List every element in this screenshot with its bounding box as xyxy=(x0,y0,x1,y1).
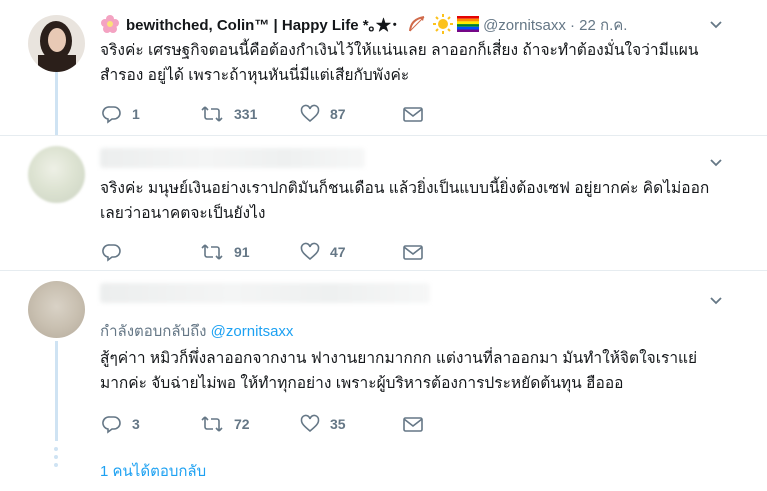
replying-to-label: กำลังตอบกลับถึง xyxy=(100,323,211,340)
tweet-text: สู้ๆค่าา หมิวก็พึ่งลาออกจากงาน ฟางานยากม… xyxy=(100,350,698,392)
like-count: 87 xyxy=(330,106,346,122)
bow-arrow-emoji-icon xyxy=(408,16,425,32)
timestamp[interactable]: · 22 ก.ค. xyxy=(570,17,627,34)
show-more-replies-link[interactable]: 1 คนได้ตอบกลับ xyxy=(100,459,206,483)
retweet-icon xyxy=(201,244,223,260)
like-button[interactable]: 47 xyxy=(300,241,346,263)
heart-icon xyxy=(300,104,320,123)
avatar[interactable] xyxy=(28,146,85,203)
tweet-3[interactable]: กำลังตอบกลับถึง @zornitsaxx สู้ๆค่าา หมิ… xyxy=(0,270,767,491)
thread-line xyxy=(55,341,58,441)
retweet-icon xyxy=(201,106,223,122)
tweet-actions: 91 47 xyxy=(100,241,440,263)
retweet-icon xyxy=(201,416,223,432)
envelope-icon xyxy=(403,107,423,122)
like-button[interactable]: 87 xyxy=(300,103,346,125)
replying-to-handle[interactable]: @zornitsaxx xyxy=(211,323,294,340)
reply-icon xyxy=(102,244,121,262)
tweet-text: จริงค่ะ เศรษฐกิจตอนนี้คือต้องกำเงินไว้ให… xyxy=(100,42,699,84)
heart-icon xyxy=(300,414,320,433)
reply-icon xyxy=(102,416,121,434)
blurred-username xyxy=(100,283,430,303)
chevron-down-icon[interactable] xyxy=(708,293,724,309)
retweet-button[interactable]: 91 xyxy=(200,241,250,263)
tweet-actions: 3 72 35 xyxy=(100,413,440,435)
tweet-header: bewithched, Colin™ | Happy Life *｡★･ @zo… xyxy=(100,13,627,37)
reply-count: 3 xyxy=(132,416,140,432)
blurred-username xyxy=(100,148,365,168)
retweet-button[interactable]: 72 xyxy=(200,413,250,435)
retweet-button[interactable]: 331 xyxy=(200,103,257,125)
handle[interactable]: @zornitsaxx xyxy=(483,17,566,34)
chevron-down-icon[interactable] xyxy=(708,155,724,171)
thread-line xyxy=(55,72,58,135)
replying-to: กำลังตอบกลับถึง @zornitsaxx xyxy=(100,319,293,343)
reply-button[interactable]: 1 xyxy=(102,103,140,125)
like-count: 35 xyxy=(330,416,346,432)
avatar[interactable] xyxy=(28,15,85,72)
reply-button[interactable]: 3 xyxy=(102,413,140,435)
share-button[interactable] xyxy=(402,103,424,125)
like-count: 47 xyxy=(330,244,346,260)
flower-emoji-icon xyxy=(101,15,119,33)
display-name[interactable]: bewithched, Colin™ | Happy Life *｡★･ xyxy=(126,17,399,34)
reply-button[interactable] xyxy=(102,241,132,263)
share-button[interactable] xyxy=(402,241,424,263)
reply-icon xyxy=(102,106,121,124)
envelope-icon xyxy=(403,417,423,432)
retweet-count: 331 xyxy=(234,106,258,122)
tweet-text: จริงค่ะ มนุษย์เงินอย่างเราปกติมันก็ชนเดื… xyxy=(100,180,710,222)
reply-count: 1 xyxy=(132,106,140,122)
sun-emoji-icon xyxy=(432,14,453,34)
tweet-2[interactable]: จริงค่ะ มนุษย์เงินอย่างเราปกติมันก็ชนเดื… xyxy=(0,135,767,271)
avatar[interactable] xyxy=(28,281,85,338)
share-button[interactable] xyxy=(402,413,424,435)
retweet-count: 91 xyxy=(234,244,250,260)
envelope-icon xyxy=(403,245,423,260)
chevron-down-icon[interactable] xyxy=(708,17,724,33)
avatar-image xyxy=(28,15,85,72)
thread-dots xyxy=(54,447,59,471)
tweet-actions: 1 331 87 xyxy=(100,103,440,125)
tweet-1[interactable]: bewithched, Colin™ | Happy Life *｡★･ @zo… xyxy=(0,0,767,135)
heart-icon xyxy=(300,242,320,261)
like-button[interactable]: 35 xyxy=(300,413,346,435)
rainbow-flag-icon xyxy=(457,16,480,32)
retweet-count: 72 xyxy=(234,416,250,432)
